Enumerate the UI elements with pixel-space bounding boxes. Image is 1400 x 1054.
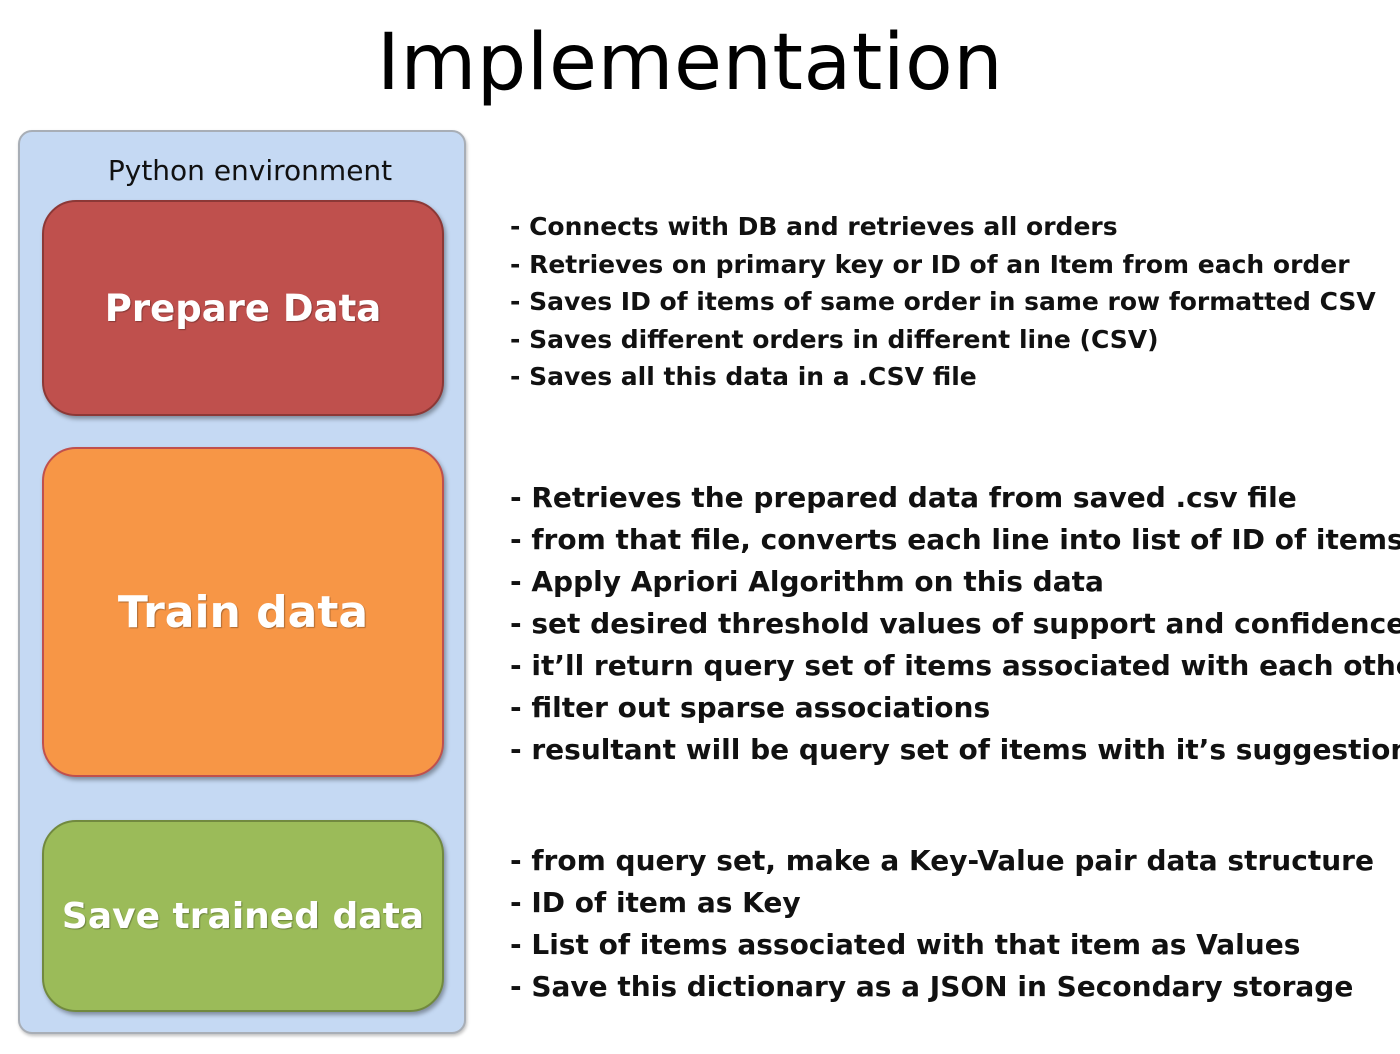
list-item: - Retrieves the prepared data from saved… <box>510 481 1297 514</box>
list-item: - Apply Apriori Algorithm on this data <box>510 565 1104 598</box>
list-item: - from that file, converts each line int… <box>510 523 1400 556</box>
list-item: - it’ll return query set of items associ… <box>510 649 1400 682</box>
prepare-data-notes: - Connects with DB and retrieves all ord… <box>510 208 1376 396</box>
train-data-label: Train data <box>117 586 369 638</box>
list-item: - Saves ID of items of same order in sam… <box>510 287 1376 316</box>
python-environment-container: Python environment Prepare Data Train da… <box>18 130 466 1034</box>
prepare-data-label: Prepare Data <box>104 286 382 330</box>
prepare-data-box: Prepare Data <box>42 200 444 416</box>
list-item: - Connects with DB and retrieves all ord… <box>510 212 1118 241</box>
list-item: - ID of item as Key <box>510 886 801 919</box>
list-item: - Retrieves on primary key or ID of an I… <box>510 249 1350 279</box>
list-item: - filter out sparse associations <box>510 691 991 724</box>
list-item: - Saves all this data in a .CSV file <box>510 362 977 391</box>
list-item: - Saves different orders in different li… <box>510 324 1159 354</box>
save-trained-data-label: Save trained data <box>61 895 425 937</box>
page-title: Implementation <box>376 18 1004 108</box>
save-trained-data-box: Save trained data <box>42 820 444 1012</box>
list-item: - List of items associated with that ite… <box>510 928 1301 961</box>
list-item: - set desired threshold values of suppor… <box>510 607 1400 640</box>
environment-label: Python environment <box>107 154 393 187</box>
list-item: - Save this dictionary as a JSON in Seco… <box>510 970 1354 1003</box>
train-data-box: Train data <box>42 447 444 777</box>
train-data-notes: - Retrieves the prepared data from saved… <box>510 477 1400 771</box>
list-item: - from query set, make a Key-Value pair … <box>510 844 1374 877</box>
save-trained-data-notes: - from query set, make a Key-Value pair … <box>510 840 1374 1008</box>
list-item: - resultant will be query set of items w… <box>510 733 1400 766</box>
